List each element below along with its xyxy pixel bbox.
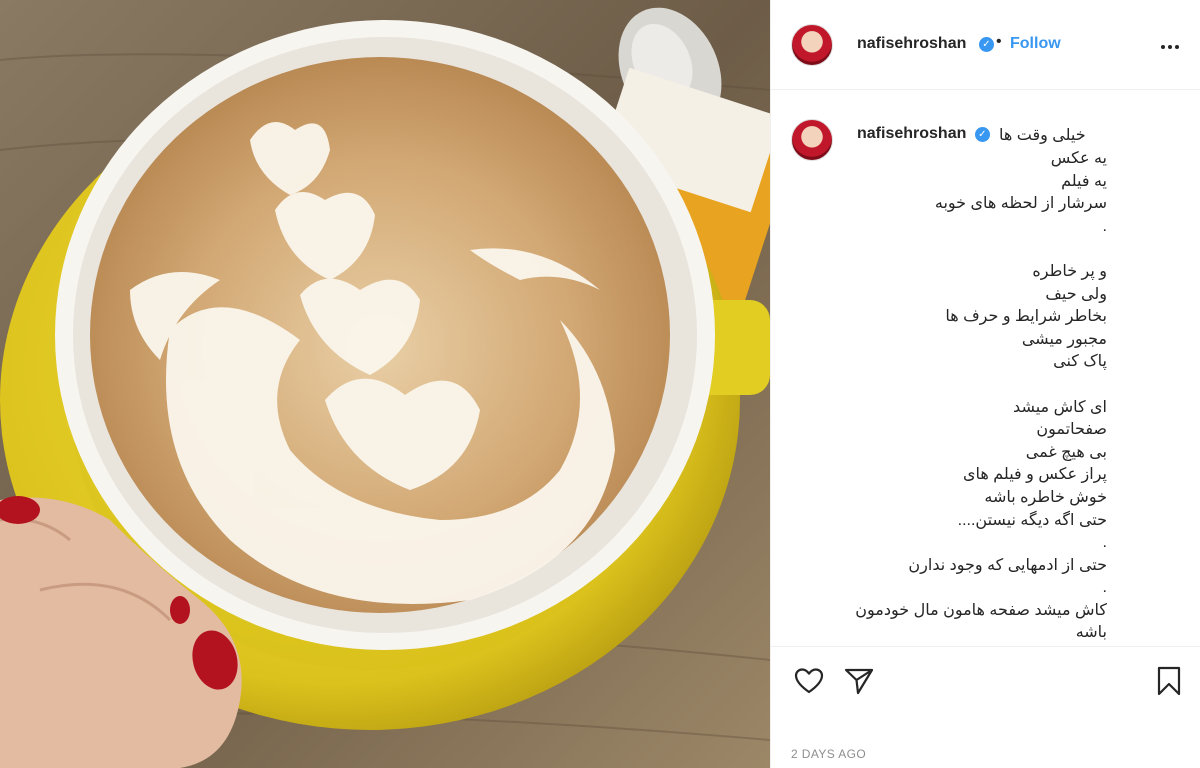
- separator: •: [996, 33, 1002, 50]
- caption-username[interactable]: nafisehroshan: [857, 125, 966, 143]
- post-side-panel: nafisehroshan ✓ • Follow nafisehroshan ✓…: [770, 0, 1200, 768]
- post-image[interactable]: [0, 0, 770, 768]
- bookmark-icon[interactable]: [1153, 665, 1185, 697]
- verified-badge-icon: ✓: [979, 37, 994, 52]
- verified-badge-icon: ✓: [974, 127, 990, 142]
- post-timestamp[interactable]: 2 DAYS AGO: [791, 747, 866, 761]
- post-header: nafisehroshan ✓ • Follow: [771, 0, 1200, 90]
- heart-icon[interactable]: [793, 665, 825, 697]
- caption-avatar[interactable]: [791, 119, 833, 161]
- action-bar: [771, 646, 1200, 716]
- more-options-icon[interactable]: [1159, 36, 1181, 52]
- follow-button[interactable]: Follow: [1010, 35, 1061, 53]
- caption-first-line: خیلی وقت ها: [999, 127, 1086, 144]
- latte-photo: [0, 0, 770, 768]
- caption-area[interactable]: nafisehroshan ✓ خیلی وقت ها یه عکس یه فی…: [771, 91, 1200, 646]
- send-icon[interactable]: [843, 665, 875, 697]
- caption-text: یه عکس یه فیلم سرشار از لحظه های خوبه . …: [855, 150, 1107, 642]
- caption-username-wrap: nafisehroshan ✓: [857, 125, 990, 143]
- avatar[interactable]: [791, 24, 833, 66]
- header-username[interactable]: nafisehroshan: [857, 35, 966, 53]
